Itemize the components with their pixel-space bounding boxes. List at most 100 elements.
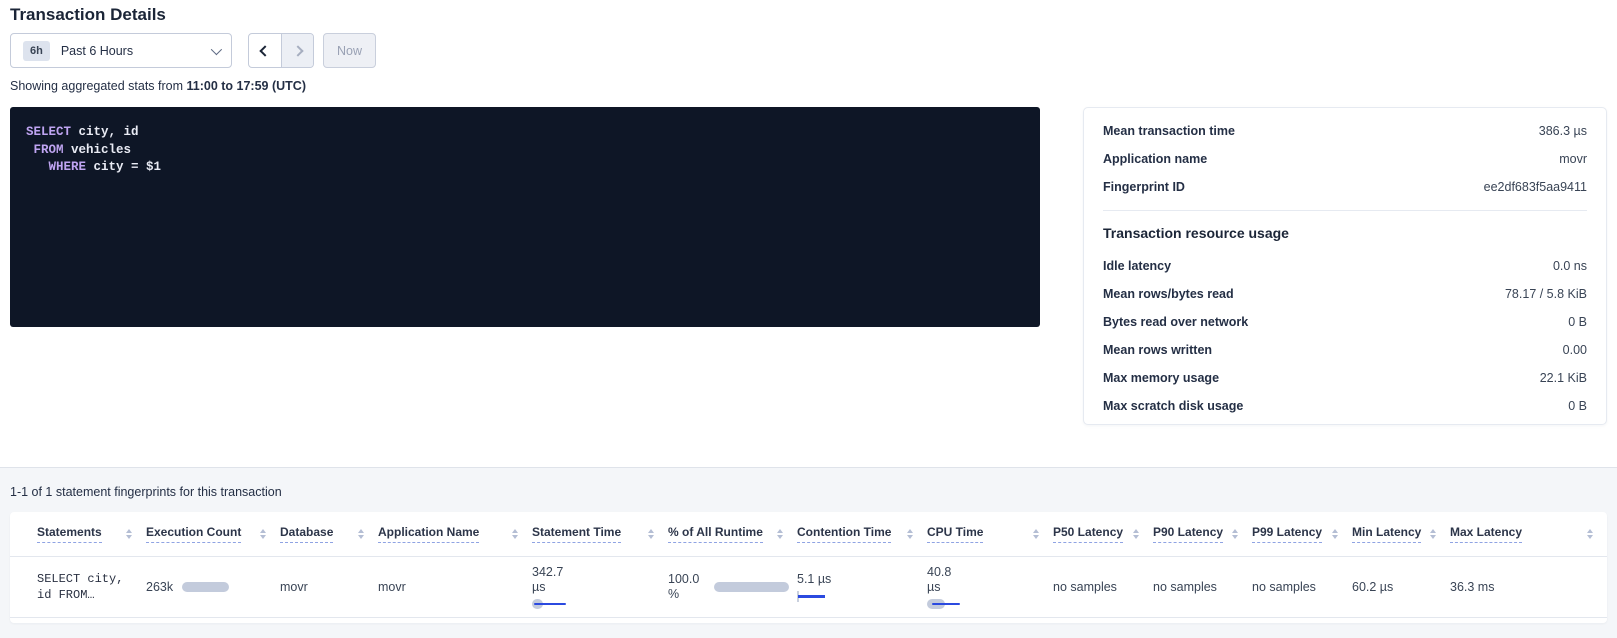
sort-down-arrow (1430, 535, 1436, 539)
sort-down-arrow (1033, 535, 1039, 539)
column-header-statements[interactable]: Statements (10, 525, 146, 543)
summary-row-value: 0.0 ns (1553, 259, 1587, 273)
column-header-max-latency[interactable]: Max Latency (1450, 525, 1607, 543)
sort-up-arrow (126, 529, 132, 533)
sort-icon[interactable] (1133, 529, 1139, 539)
summary-row: Idle latency0.0 ns (1103, 252, 1587, 280)
column-header-label: Statements (37, 525, 102, 543)
resource-usage-rows: Idle latency0.0 nsMean rows/bytes read78… (1103, 252, 1587, 420)
sort-icon[interactable] (777, 529, 783, 539)
cell-value: 5.1 µs (797, 572, 919, 587)
metric-with-devbar: 342.7 µs (532, 565, 660, 609)
column-header-p99-latency[interactable]: P99 Latency (1252, 525, 1352, 543)
sort-down-arrow (1587, 535, 1593, 539)
column-header-min-latency[interactable]: Min Latency (1352, 525, 1450, 543)
summary-row: Mean rows/bytes read78.17 / 5.8 KiB (1103, 280, 1587, 308)
next-interval-button[interactable] (281, 34, 313, 67)
sort-up-arrow (1430, 529, 1436, 533)
prev-interval-button[interactable] (249, 34, 281, 67)
summary-divider (1103, 210, 1587, 211)
statements-section: 1-1 of 1 statement fingerprints for this… (0, 467, 1617, 638)
chevron-left-icon (259, 45, 270, 56)
time-range-badge: 6h (23, 41, 50, 61)
sort-up-arrow (1332, 529, 1338, 533)
table-cell: 36.3 ms (1450, 580, 1607, 594)
summary-row-label: Fingerprint ID (1103, 180, 1185, 194)
sql-line: WHERE city = $1 (26, 159, 1024, 177)
column-header-p90-latency[interactable]: P90 Latency (1153, 525, 1252, 543)
sort-icon[interactable] (648, 529, 654, 539)
sort-up-arrow (1232, 529, 1238, 533)
sort-icon[interactable] (1587, 529, 1593, 539)
summary-row: Mean rows written0.00 (1103, 336, 1587, 364)
sort-icon[interactable] (907, 529, 913, 539)
percent-bar (714, 582, 789, 592)
sort-down-arrow (777, 535, 783, 539)
column-header-of-all-runtime[interactable]: % of All Runtime (668, 525, 797, 543)
statements-count-caption: 1-1 of 1 statement fingerprints for this… (10, 485, 282, 499)
table-cell: no samples (1252, 580, 1352, 594)
column-header-label: Database (280, 525, 333, 543)
column-header-contention-time[interactable]: Contention Time (797, 525, 927, 543)
column-header-p50-latency[interactable]: P50 Latency (1053, 525, 1153, 543)
stddev-line (798, 595, 825, 598)
statements-table-body: SELECT city, id FROM… 263k movr movr 342.7 µ… (10, 557, 1607, 618)
sort-icon[interactable] (512, 529, 518, 539)
time-range-dropdown[interactable]: 6h Past 6 Hours (10, 33, 232, 68)
sort-icon[interactable] (1033, 529, 1039, 539)
sort-icon[interactable] (1430, 529, 1436, 539)
summary-row: Max scratch disk usage0 B (1103, 392, 1587, 420)
summary-row-value: 0.00 (1563, 343, 1587, 357)
now-button[interactable]: Now (323, 33, 376, 68)
column-header-label: P99 Latency (1252, 525, 1322, 543)
column-header-label: Min Latency (1352, 525, 1421, 543)
column-header-execution-count[interactable]: Execution Count (146, 525, 280, 543)
summary-row-label: Mean transaction time (1103, 124, 1235, 138)
summary-row: Fingerprint IDee2df683f5aa9411 (1103, 173, 1587, 201)
stddev-bar (927, 599, 960, 609)
column-header-database[interactable]: Database (280, 525, 378, 543)
sort-down-arrow (260, 535, 266, 539)
time-controls: 6h Past 6 Hours Now (10, 33, 376, 68)
column-header-label: P50 Latency (1053, 525, 1123, 543)
column-header-statement-time[interactable]: Statement Time (532, 525, 668, 543)
column-header-label: P90 Latency (1153, 525, 1223, 543)
summary-row: Bytes read over network0 B (1103, 308, 1587, 336)
cell-value: movr (378, 580, 406, 594)
count-bar (182, 582, 229, 592)
table-cell: 342.7 µs (532, 565, 668, 609)
sql-statement-box: SELECT city, id FROM vehicles WHERE city… (10, 107, 1040, 327)
column-header-cpu-time[interactable]: CPU Time (927, 525, 1053, 543)
sort-icon[interactable] (1332, 529, 1338, 539)
cell-value: movr (280, 580, 308, 594)
sort-up-arrow (907, 529, 913, 533)
column-header-label: Execution Count (146, 525, 241, 543)
sort-down-arrow (907, 535, 913, 539)
sort-icon[interactable] (126, 529, 132, 539)
sort-icon[interactable] (1232, 529, 1238, 539)
aggregated-stats-subtitle: Showing aggregated stats from 11:00 to 1… (10, 79, 306, 93)
column-header-application-name[interactable]: Application Name (378, 525, 532, 543)
sort-up-arrow (512, 529, 518, 533)
sort-icon[interactable] (358, 529, 364, 539)
sql-line: SELECT city, id (26, 124, 1024, 142)
sort-down-arrow (648, 535, 654, 539)
sort-up-arrow (1133, 529, 1139, 533)
summary-row-label: Bytes read over network (1103, 315, 1248, 329)
metric-with-tickbar: 5.1 µs (797, 572, 919, 602)
summary-row-value: 78.17 / 5.8 KiB (1505, 287, 1587, 301)
table-cell: movr (378, 580, 532, 594)
cell-value: 40.8 µs (927, 565, 967, 595)
statement-fingerprint-link[interactable]: SELECT city, id FROM… (37, 571, 129, 603)
column-header-label: Contention Time (797, 525, 891, 543)
summary-row: Mean transaction time386.3 µs (1103, 117, 1587, 145)
count-with-bar: 263k (146, 580, 272, 594)
column-header-label: Max Latency (1450, 525, 1522, 543)
sort-up-arrow (777, 529, 783, 533)
sql-line: FROM vehicles (26, 142, 1024, 160)
summary-row: Max memory usage22.1 KiB (1103, 364, 1587, 392)
table-cell: no samples (1153, 580, 1252, 594)
table-cell: SELECT city, id FROM… (10, 571, 146, 603)
stddev-line (534, 603, 566, 606)
sort-icon[interactable] (260, 529, 266, 539)
